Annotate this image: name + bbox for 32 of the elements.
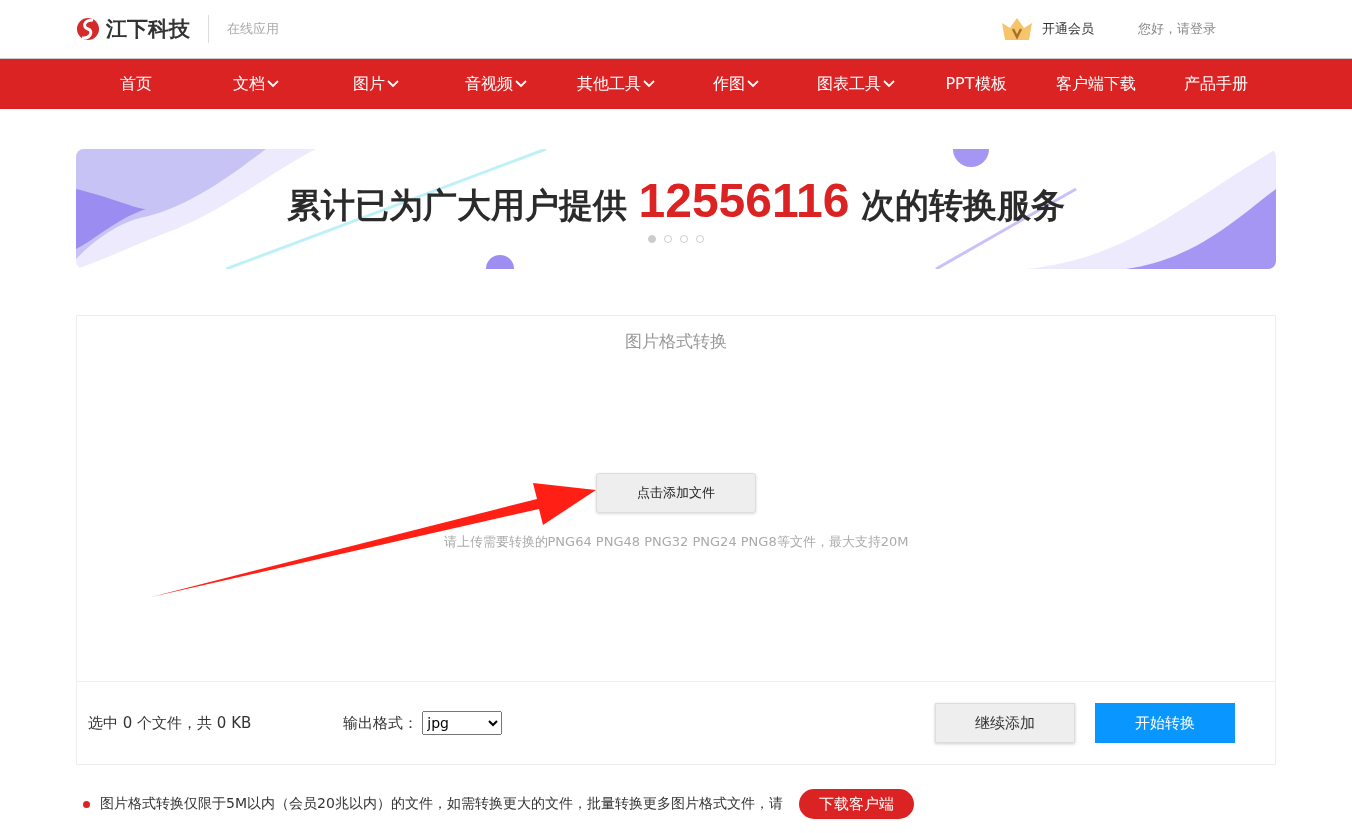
continue-add-button[interactable]: 继续添加 [935, 703, 1075, 743]
carousel-dot[interactable] [648, 235, 656, 243]
bullet-icon [83, 800, 90, 808]
nav-item[interactable]: 文档 [196, 59, 316, 109]
output-format-label: 输出格式： [343, 713, 419, 733]
brand-name: 江下科技 [106, 16, 190, 43]
subtitle: 在线应用 [227, 20, 279, 38]
selection-summary: 选中 0 个文件，共 0 KB [88, 713, 252, 733]
crown-icon [1000, 17, 1034, 41]
nav-item[interactable]: 首页 [76, 59, 196, 109]
nav-item[interactable]: PPT模板 [916, 59, 1036, 109]
nav-item[interactable]: 作图 [676, 59, 796, 109]
nav-item[interactable]: 图片 [316, 59, 436, 109]
upload-hint: 请上传需要转换的PNG64 PNG48 PNG32 PNG24 PNG8等文件，最大支持20M [443, 533, 909, 551]
nav-item[interactable]: 客户端下载 [1036, 59, 1156, 109]
nav-item[interactable]: 图表工具 [796, 59, 916, 109]
vip-link[interactable]: 开通会员 [1042, 20, 1094, 38]
notice-text: 图片格式转换仅限于5M以内（会员20兆以内）的文件，如需转换更大的文件，批量转换更多图片格式文件，请 [100, 795, 783, 813]
download-client-button[interactable]: 下载客户端 [798, 789, 914, 819]
format-select[interactable]: jpg [422, 711, 503, 735]
add-file-button[interactable]: 点击添加文件 [596, 473, 756, 513]
nav-item[interactable]: 其他工具 [556, 59, 676, 109]
nav-item[interactable]: 音视频 [436, 59, 556, 109]
banner-text: 次的转换服务 [861, 184, 1066, 227]
conversion-count: 12556116 [638, 173, 850, 228]
circle-decoration [953, 149, 989, 167]
login-link[interactable]: 您好，请登录 [1138, 20, 1216, 38]
banner-text: 累计已为广大用户提供 [286, 184, 627, 227]
circle-decoration [486, 255, 514, 269]
nav-item[interactable]: 产品手册 [1156, 59, 1276, 109]
panel-title: 图片格式转换 [625, 330, 727, 353]
start-convert-button[interactable]: 开始转换 [1095, 703, 1235, 743]
